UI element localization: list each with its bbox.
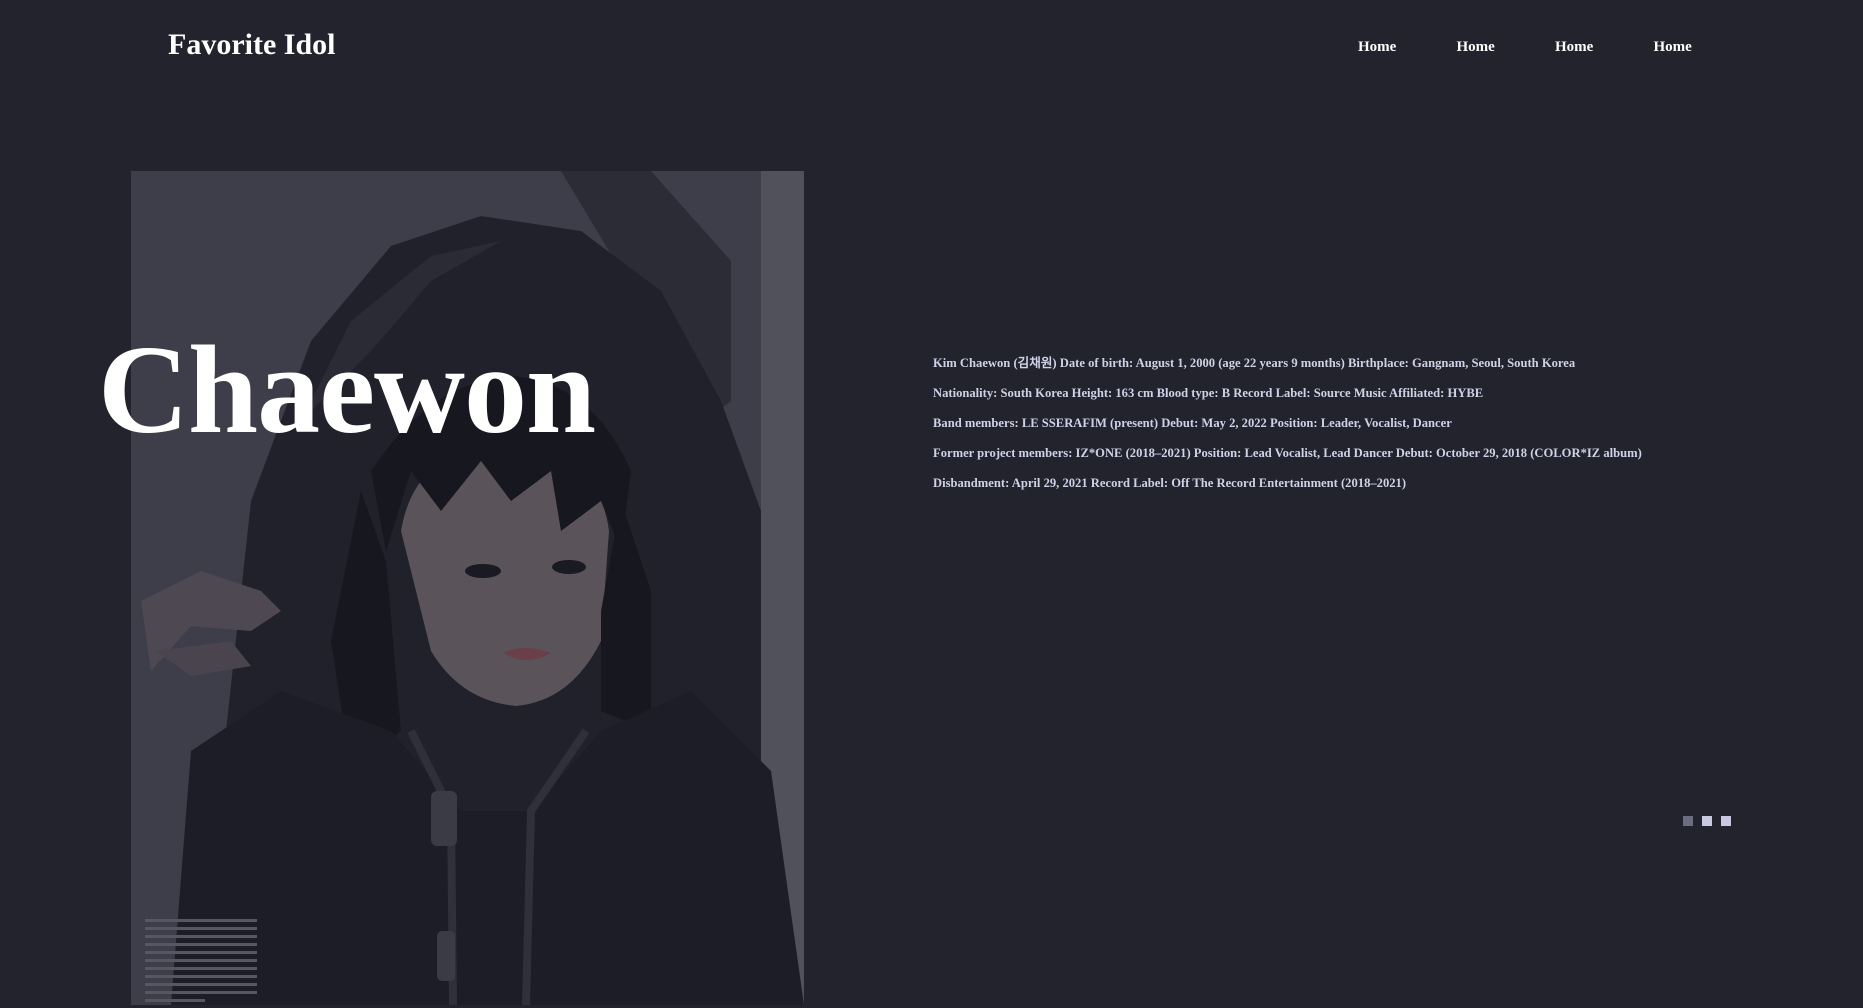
- slider-pagination: [1683, 816, 1731, 826]
- bio-line-4: Former project members: IZ*ONE (2018–202…: [933, 446, 1642, 460]
- nav-link-home-4[interactable]: Home: [1654, 40, 1753, 55]
- slider-dot-1[interactable]: [1683, 816, 1693, 826]
- nav-link-home-2[interactable]: Home: [1457, 40, 1556, 55]
- nav-link-home-1[interactable]: Home: [1358, 40, 1457, 55]
- bio-line-2: Nationality: South Korea Height: 163 cm …: [933, 386, 1484, 400]
- bio-line-1: Kim Chaewon (김채원) Date of birth: August …: [933, 356, 1576, 370]
- slider-dot-3[interactable]: [1721, 816, 1731, 826]
- site-logo-text[interactable]: Favorite Idol: [168, 30, 335, 60]
- bio-line-3: Band members: LE SSERAFIM (present) Debu…: [933, 416, 1452, 430]
- main-nav: Home Home Home Home: [1358, 40, 1752, 55]
- idol-bio: Kim Chaewon (김채원) Date of birth: August …: [933, 355, 1693, 505]
- idol-portrait-photo: [131, 171, 804, 1005]
- nav-link-home-3[interactable]: Home: [1555, 40, 1654, 55]
- slider-dot-2[interactable]: [1702, 816, 1712, 826]
- portrait-illustration: [131, 171, 804, 1005]
- idol-name-heading: Chaewon: [98, 321, 596, 460]
- bio-line-5: Disbandment: April 29, 2021 Record Label…: [933, 476, 1407, 490]
